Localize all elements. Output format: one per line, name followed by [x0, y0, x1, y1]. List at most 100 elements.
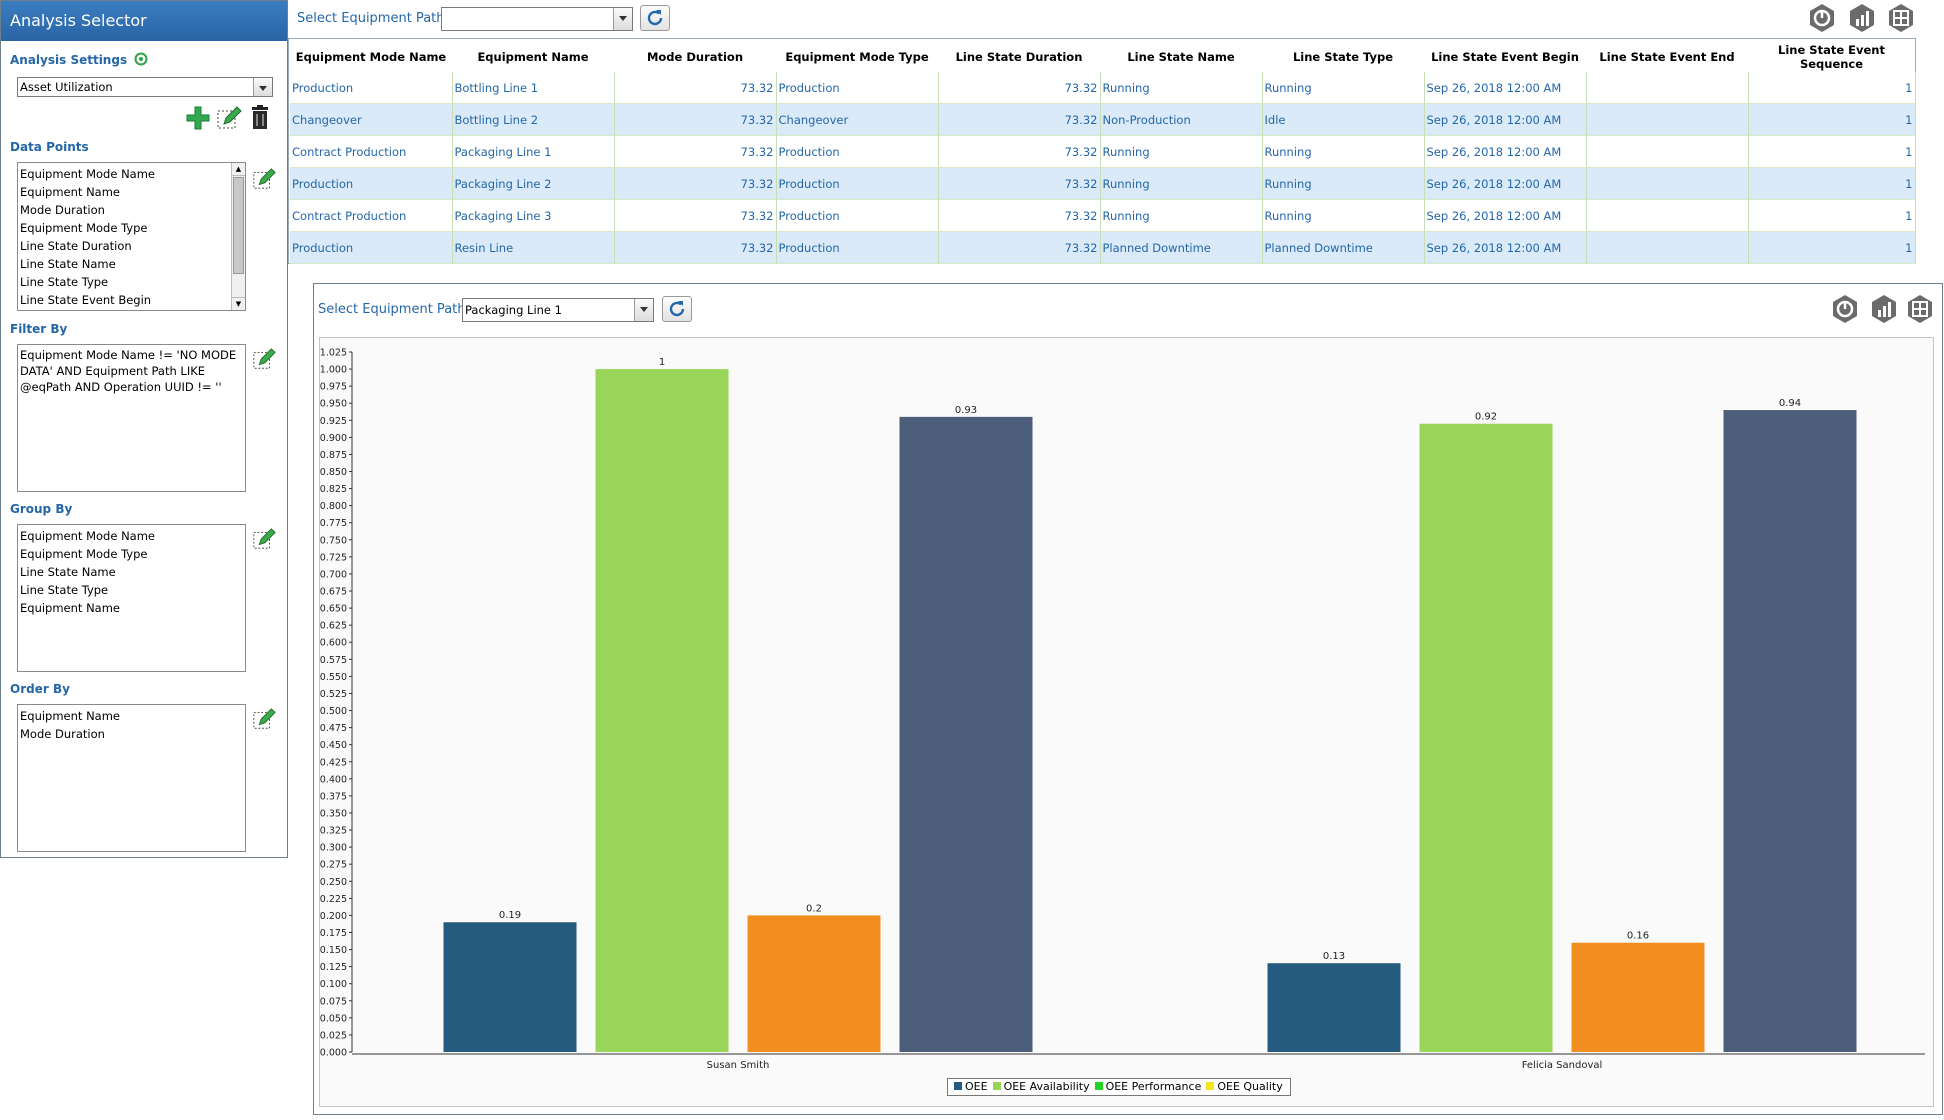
- filter-line: DATA' AND Equipment Path LIKE: [20, 364, 206, 378]
- table-cell: Non-Production: [1100, 103, 1263, 136]
- filter-line: @eqPath AND Operation UUID != '': [20, 380, 222, 394]
- table-row[interactable]: Contract Production Packaging Line 3 73.32…: [290, 199, 1916, 232]
- legend-swatch: [992, 1082, 1001, 1090]
- table-cell: Changeover: [290, 103, 453, 136]
- y-tick-label: 0.175: [320, 928, 347, 939]
- column-header[interactable]: Line State Type: [1262, 42, 1424, 72]
- analysis-settings-value: Asset Utilization: [20, 80, 113, 94]
- column-header[interactable]: Line State Name: [1100, 42, 1262, 72]
- group-by-list[interactable]: Equipment Mode Name Equipment Mode Type …: [17, 524, 246, 672]
- edit-data-points-icon[interactable]: [252, 167, 276, 191]
- list-item[interactable]: Line State Duration: [20, 237, 229, 255]
- table-cell: [1586, 199, 1749, 232]
- edit-order-by-icon[interactable]: [252, 707, 276, 731]
- y-tick-label: 0.675: [320, 587, 347, 598]
- list-item[interactable]: Line State Type: [20, 273, 229, 291]
- table-cell: Production: [290, 72, 453, 104]
- table-row[interactable]: Changeover Bottling Line 2 73.32 Changeover…: [290, 103, 1916, 136]
- trash-icon[interactable]: [249, 105, 271, 131]
- bar-value-label: 0.19: [499, 910, 521, 921]
- table-cell: Sep 26, 2018 12:00 AM: [1424, 231, 1587, 264]
- table-cell: 73.32: [614, 103, 777, 136]
- y-tick-label: 0.625: [320, 621, 347, 632]
- table-row[interactable]: Production Packaging Line 2 73.32 Productio…: [290, 167, 1916, 200]
- refresh-button[interactable]: [640, 5, 670, 31]
- bar-chart-view-icon[interactable]: [1847, 3, 1877, 33]
- table-view-icon[interactable]: [1886, 3, 1916, 33]
- filter-by-text[interactable]: Equipment Mode Name != 'NO MODE DATA' AN…: [17, 344, 246, 492]
- bar-value-label: 0.16: [1627, 931, 1649, 942]
- table-cell: 73.32: [938, 167, 1101, 200]
- list-item[interactable]: Equipment Name: [20, 599, 243, 617]
- y-tick-label: 0.375: [320, 791, 347, 802]
- column-header[interactable]: Equipment Mode Type: [776, 42, 938, 72]
- table-cell: 73.32: [938, 231, 1101, 264]
- list-item[interactable]: Line State Event Begin: [20, 291, 229, 309]
- order-by-list[interactable]: Equipment Name Mode Duration: [17, 704, 246, 852]
- refresh-settings-icon[interactable]: [134, 52, 148, 66]
- add-plus-icon[interactable]: [185, 105, 211, 131]
- vertical-scrollbar[interactable]: ▲ ▼: [231, 163, 245, 310]
- table-view-icon[interactable]: [1905, 294, 1935, 324]
- edit-filter-icon[interactable]: [252, 347, 276, 371]
- order-by-label: Order By: [10, 682, 70, 696]
- chevron-down-icon[interactable]: [613, 8, 632, 30]
- list-item[interactable]: Mode Duration: [20, 725, 243, 743]
- bar-chart: 0.000 0.025 0.050 0.075 0.100 0.125 0.150 0.175…: [320, 348, 1925, 1071]
- table-cell: 73.32: [938, 135, 1101, 168]
- legend-label: OEE: [965, 1080, 988, 1093]
- analysis-settings-dropdown[interactable]: Asset Utilization: [17, 77, 273, 97]
- bar-chart-view-icon[interactable]: [1869, 294, 1899, 324]
- pie-chart-view-icon[interactable]: [1807, 3, 1837, 33]
- chevron-down-icon[interactable]: [634, 299, 653, 321]
- chart-refresh-button[interactable]: [662, 296, 692, 322]
- list-item[interactable]: Equipment Name: [20, 183, 229, 201]
- y-tick-label: 0.075: [320, 996, 347, 1007]
- column-header[interactable]: Line State Duration: [938, 42, 1100, 72]
- list-item[interactable]: Mode Duration: [20, 201, 229, 219]
- table-cell: Production: [776, 72, 939, 104]
- table-cell: Running: [1262, 199, 1425, 232]
- bar: [1419, 423, 1553, 1053]
- table-cell: Sep 26, 2018 12:00 AM: [1424, 167, 1587, 200]
- scrollbar-thumb[interactable]: [233, 177, 244, 274]
- column-header[interactable]: Line State Event End: [1586, 42, 1748, 72]
- table-cell: [1586, 167, 1749, 200]
- table-cell: 73.32: [614, 167, 777, 200]
- data-points-list[interactable]: Equipment Mode Name Equipment Name Mode …: [17, 162, 246, 311]
- list-item[interactable]: Line State Type: [20, 581, 243, 599]
- table-cell: Resin Line: [452, 231, 615, 264]
- chart-equipment-path-dropdown[interactable]: Packaging Line 1: [462, 298, 654, 322]
- list-item[interactable]: Equipment Name: [20, 707, 243, 725]
- chart-plot-area: 0.000 0.025 0.050 0.075 0.100 0.125 0.150 0.175…: [319, 337, 1934, 1107]
- column-header[interactable]: Line State Event Begin: [1424, 42, 1586, 72]
- column-header[interactable]: Line State Event Sequence: [1748, 42, 1915, 72]
- table-cell: Planned Downtime: [1100, 231, 1263, 264]
- chevron-down-icon[interactable]: [253, 78, 272, 96]
- list-item[interactable]: Line State Name: [20, 255, 229, 273]
- column-header[interactable]: Equipment Mode Name: [290, 42, 452, 72]
- y-tick-label: 0.000: [320, 1048, 347, 1059]
- x-category-label: Susan Smith: [707, 1060, 770, 1071]
- column-header[interactable]: Equipment Name: [452, 42, 614, 72]
- edit-group-by-icon[interactable]: [252, 527, 276, 551]
- column-header[interactable]: Mode Duration: [614, 42, 776, 72]
- table-cell: Production: [776, 167, 939, 200]
- list-item[interactable]: Equipment Mode Type: [20, 219, 229, 237]
- bar-value-label: 0.93: [955, 405, 977, 416]
- table-row[interactable]: Production Resin Line 73.32 Production 73.32…: [290, 231, 1916, 264]
- bar-value-label: 1: [659, 357, 665, 368]
- y-tick-label: 0.850: [320, 467, 347, 478]
- pie-chart-view-icon[interactable]: [1830, 294, 1860, 324]
- equipment-path-dropdown[interactable]: [441, 7, 633, 31]
- list-item[interactable]: Line State Name: [20, 563, 243, 581]
- bar-value-label: 0.94: [1779, 398, 1801, 409]
- scroll-up-arrow-icon[interactable]: ▲: [232, 163, 245, 176]
- scroll-down-arrow-icon[interactable]: ▼: [232, 297, 245, 310]
- list-item[interactable]: Equipment Mode Name: [20, 165, 229, 183]
- table-row[interactable]: Contract Production Packaging Line 1 73.32…: [290, 135, 1916, 168]
- edit-pencil-icon[interactable]: [216, 105, 242, 131]
- list-item[interactable]: Equipment Mode Name: [20, 527, 243, 545]
- list-item[interactable]: Equipment Mode Type: [20, 545, 243, 563]
- table-row[interactable]: Production Bottling Line 1 73.32 Production…: [290, 72, 1916, 104]
